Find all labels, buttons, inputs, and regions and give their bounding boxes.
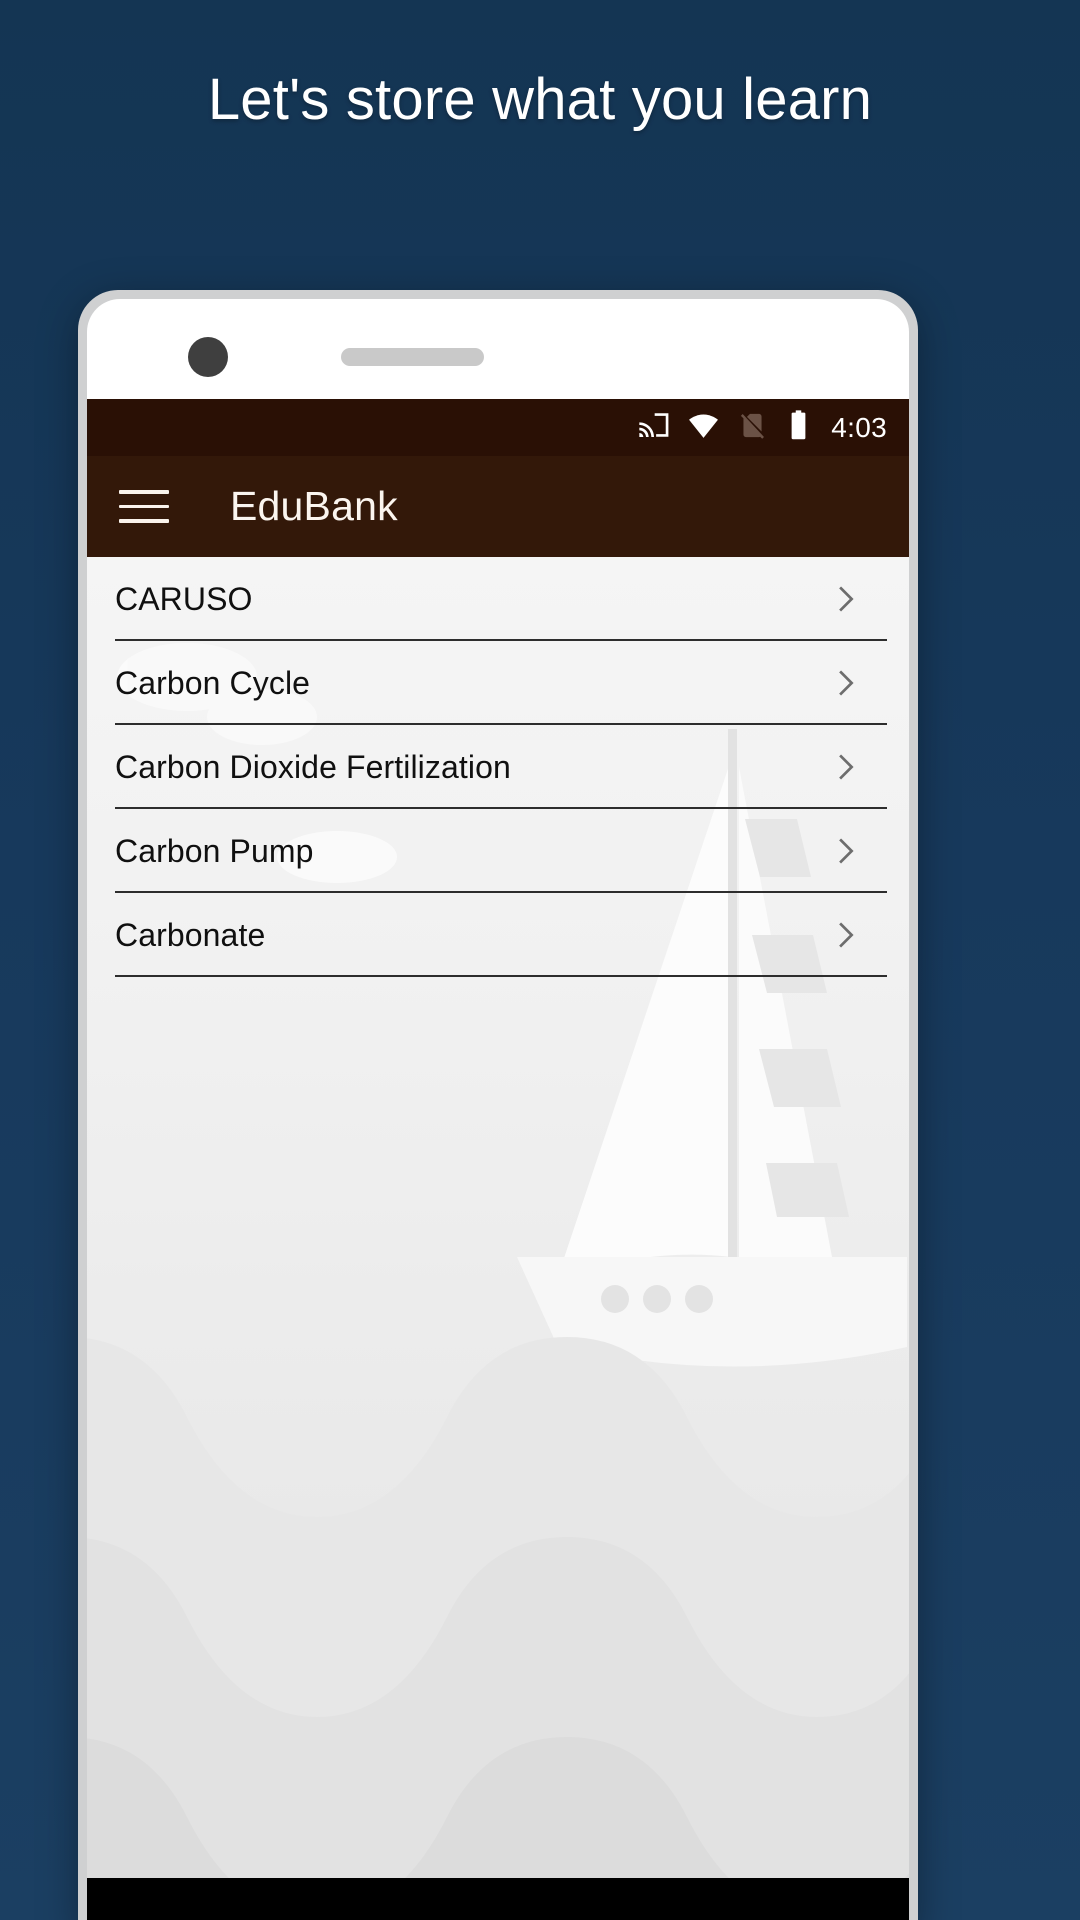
- status-bar-clock: 4:03: [831, 411, 887, 443]
- content-area: CARUSO Carbon Cycle Carbon Dioxide Ferti…: [87, 557, 909, 1920]
- list-item[interactable]: Carbon Dioxide Fertilization: [87, 725, 909, 809]
- app-bar: EduBank: [87, 456, 909, 557]
- chevron-right-icon[interactable]: [829, 918, 863, 952]
- no-sim-icon: [737, 410, 768, 446]
- camera-dot-icon: [188, 337, 228, 377]
- chevron-right-icon[interactable]: [829, 750, 863, 784]
- chevron-right-icon[interactable]: [829, 582, 863, 616]
- page-title: Let's store what you learn: [207, 67, 873, 132]
- list-item-label: Carbon Pump: [115, 832, 314, 869]
- list-item-label: CARUSO: [115, 580, 253, 617]
- battery-icon: [785, 409, 812, 447]
- list-divider: [115, 975, 887, 977]
- list-item[interactable]: Carbon Pump: [87, 809, 909, 893]
- chevron-right-icon[interactable]: [829, 834, 863, 868]
- app-title: EduBank: [230, 483, 398, 529]
- earpiece-speaker-icon: [341, 348, 484, 366]
- device-screen: 4:03 EduBank CARUSO Carbon Cycle Carbon …: [87, 399, 909, 1920]
- topic-list: CARUSO Carbon Cycle Carbon Dioxide Ferti…: [87, 557, 909, 977]
- promo-poster: Let's store what you learn 4:03 EduBank …: [0, 0, 1080, 1920]
- status-bar: 4:03: [87, 399, 909, 456]
- cast-icon: [638, 409, 670, 446]
- list-item-label: Carbonate: [115, 916, 266, 953]
- system-navigation-bar: [87, 1878, 909, 1920]
- list-item[interactable]: CARUSO: [87, 557, 909, 641]
- wifi-icon: [687, 409, 720, 447]
- list-item-label: Carbon Cycle: [115, 664, 311, 701]
- list-item[interactable]: Carbonate: [87, 893, 909, 977]
- phone-bezel: 4:03 EduBank CARUSO Carbon Cycle Carbon …: [87, 299, 909, 1920]
- chevron-right-icon[interactable]: [829, 666, 863, 700]
- phone-mockup: 4:03 EduBank CARUSO Carbon Cycle Carbon …: [78, 290, 918, 1920]
- list-item-label: Carbon Dioxide Fertilization: [115, 748, 511, 785]
- list-item[interactable]: Carbon Cycle: [87, 641, 909, 725]
- hamburger-menu-icon[interactable]: [119, 484, 175, 530]
